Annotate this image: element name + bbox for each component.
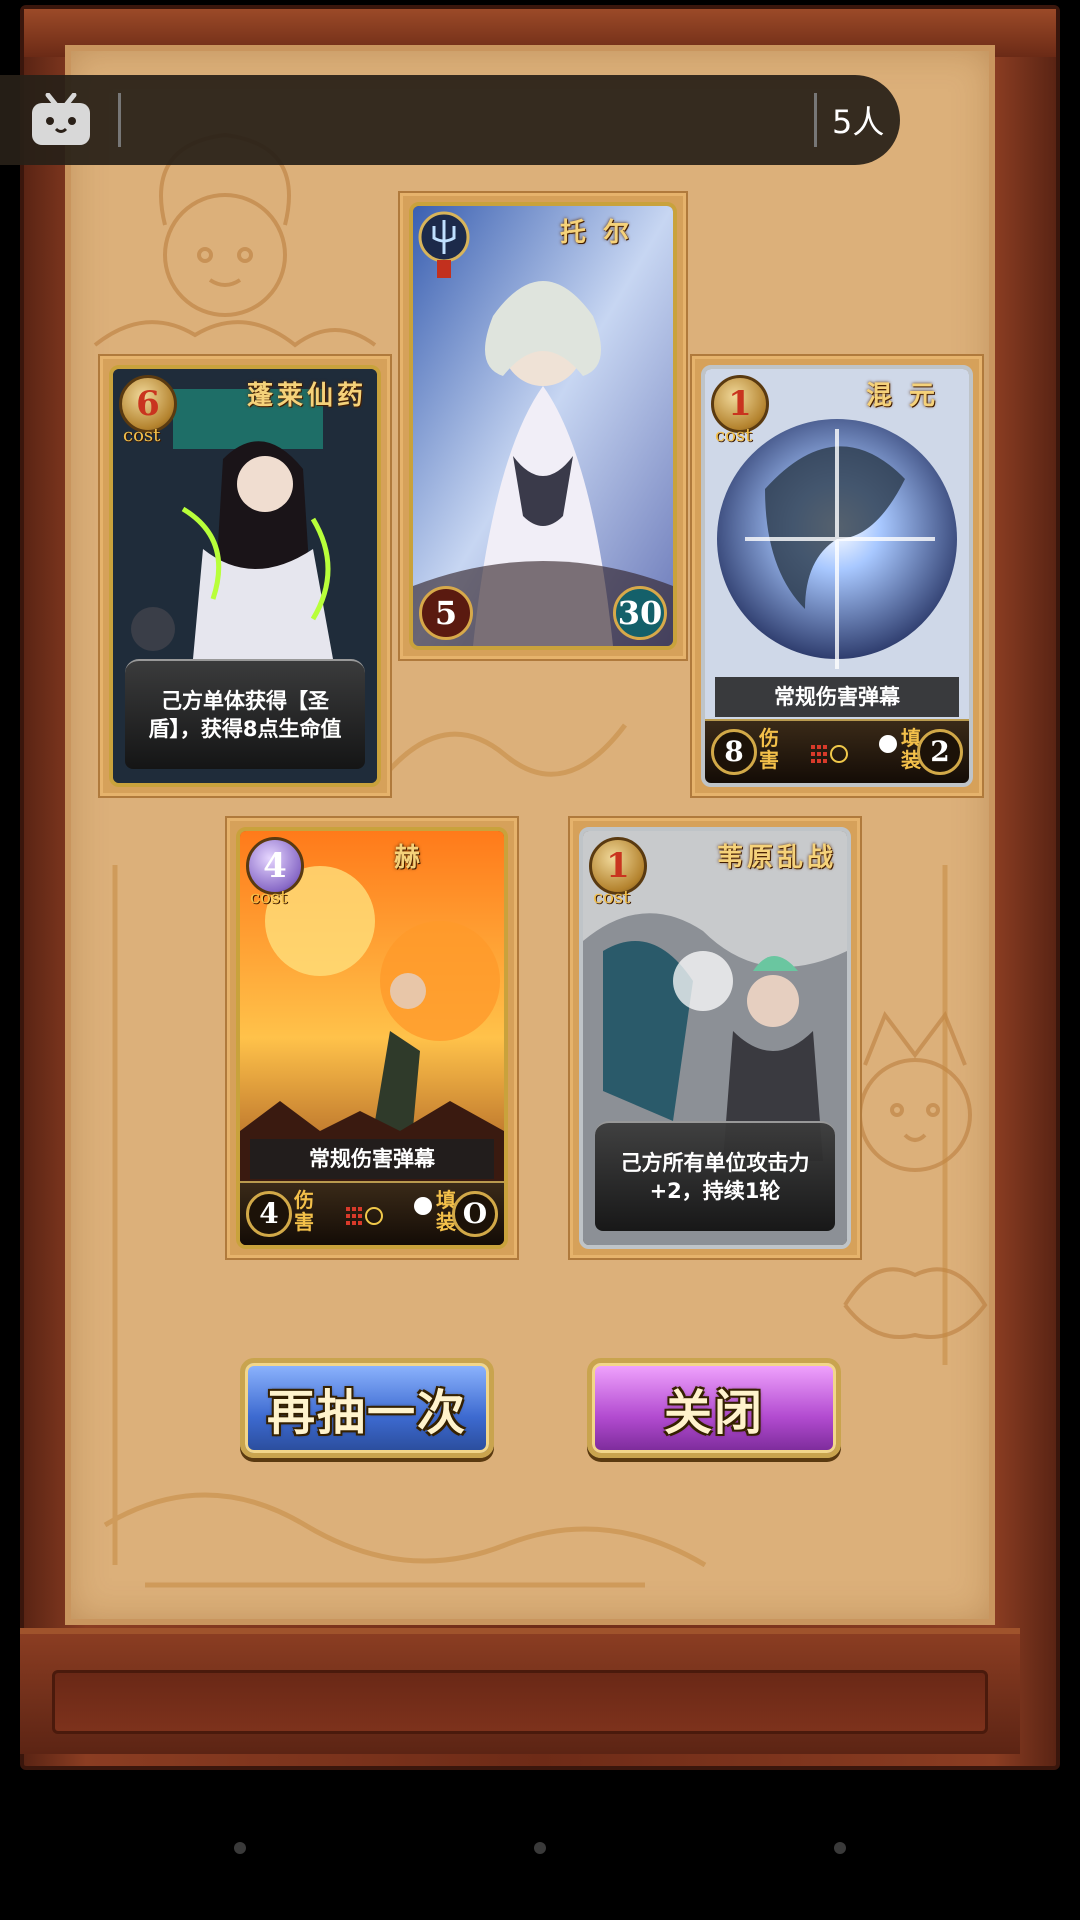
cost-label: cost: [250, 887, 288, 908]
ammo-icon: [346, 1207, 383, 1225]
redraw-button[interactable]: 再抽一次: [240, 1358, 494, 1458]
card-name: 苇原乱战: [716, 843, 837, 873]
cost-label: cost: [593, 887, 631, 908]
skill-label: 常规伤害弹幕: [715, 677, 959, 717]
card-name: 托 尔: [559, 218, 633, 248]
clock-icon: [414, 1197, 432, 1215]
cost-label: cost: [123, 425, 161, 446]
attack-stat: 5: [419, 586, 473, 640]
nav-recent-dot[interactable]: [834, 1842, 846, 1854]
trident-emblem-icon: [418, 211, 470, 278]
stat-bar: 4 伤害 填装 O: [240, 1181, 504, 1245]
card-description: 己方所有单位攻击力+2，持续1轮: [595, 1121, 835, 1231]
card-right-hunyuan[interactable]: 1 cost 混 元 常规伤害弹幕 8 伤害 填装 2: [692, 356, 982, 796]
nav-back-dot[interactable]: [234, 1842, 246, 1854]
viewer-count: 5人: [832, 103, 885, 141]
ammo-icon: [811, 745, 848, 763]
damage-label: 伤害: [294, 1188, 314, 1234]
card-name: 蓬莱仙药: [246, 381, 367, 411]
reload-value: 2: [917, 729, 963, 775]
hp-stat: 30: [613, 586, 667, 640]
card-description: 己方单体获得【圣盾】，获得8点生命值: [125, 659, 365, 769]
card-left-penglai[interactable]: 6 cost 蓬莱仙药 己方单体获得【圣盾】，获得8点生命值: [100, 356, 390, 796]
clock-icon: [879, 735, 897, 753]
skill-label: 常规伤害弹幕: [250, 1139, 494, 1179]
card-bottom-left-he[interactable]: 4 cost 赫 常规伤害弹幕 4 伤害 填装 O: [227, 818, 517, 1258]
nav-home-dot[interactable]: [534, 1842, 546, 1854]
close-button[interactable]: 关闭: [587, 1358, 841, 1458]
stat-bar: 8 伤害 填装 2: [705, 719, 969, 783]
stream-overlay-bar: 5人: [0, 75, 900, 165]
damage-value: 8: [711, 729, 757, 775]
damage-label: 伤害: [759, 726, 779, 772]
card-bottom-right-weiyuan[interactable]: 1 cost 苇原乱战 己方所有单位攻击力+2，持续1轮: [570, 818, 860, 1258]
frame-slot: [52, 1670, 988, 1734]
damage-value: 4: [246, 1191, 292, 1237]
cost-label: cost: [715, 425, 753, 446]
overlay-separator-right: [814, 93, 817, 147]
card-top-thor[interactable]: 托 尔 5 30: [400, 193, 686, 659]
overlay-separator-left: [118, 93, 121, 147]
reload-value: O: [452, 1191, 498, 1237]
bilibili-tv-icon[interactable]: [30, 93, 92, 147]
card-name: 赫: [393, 843, 424, 873]
card-name: 混 元: [865, 381, 939, 411]
